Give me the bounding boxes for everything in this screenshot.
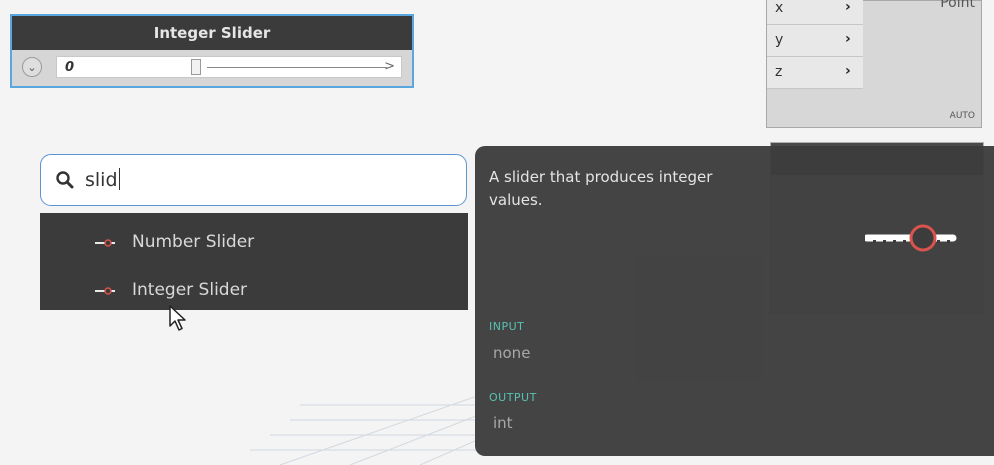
result-label: Integer Slider	[132, 280, 248, 300]
chevron-right-icon: ›	[845, 63, 851, 79]
output-value: int	[493, 414, 513, 432]
input-section-label: INPUT	[489, 320, 525, 333]
node-tooltip: A slider that produces integer values. I…	[475, 146, 994, 456]
mouse-cursor-icon	[169, 305, 186, 331]
search-box[interactable]: slid	[40, 154, 467, 206]
slider-control[interactable]: 0 >	[56, 56, 402, 78]
slider-node-body: ⌄ 0 >	[12, 50, 412, 86]
port-label: x	[775, 0, 784, 16]
slider-expand-button[interactable]: >	[384, 59, 395, 74]
search-icon	[56, 171, 74, 189]
slider-icon	[95, 239, 115, 247]
output-port-label[interactable]: Point	[940, 0, 975, 11]
port-x[interactable]: x ›	[767, 0, 863, 25]
input-value: none	[493, 344, 531, 362]
result-item-number-slider[interactable]: Number Slider	[40, 219, 468, 267]
integer-slider-node[interactable]: Integer Slider ⌄ 0 >	[10, 14, 414, 88]
port-z[interactable]: z ›	[767, 57, 863, 89]
slider-track[interactable]	[207, 67, 387, 68]
node-title: Integer Slider	[12, 16, 412, 50]
tooltip-description: A slider that produces integer values.	[489, 168, 713, 209]
slider-thumb[interactable]	[191, 59, 201, 75]
chevron-right-icon: ›	[845, 31, 851, 47]
slider-icon	[95, 287, 115, 295]
port-y[interactable]: y ›	[767, 25, 863, 57]
slider-value[interactable]: 0	[65, 60, 74, 75]
search-input[interactable]: slid	[85, 168, 120, 191]
output-section-label: OUTPUT	[489, 391, 537, 404]
result-item-integer-slider[interactable]: Integer Slider	[40, 267, 468, 315]
collapse-button[interactable]: ⌄	[22, 57, 42, 77]
integer-slider-icon	[865, 224, 957, 252]
lacing-indicator[interactable]: AUTO	[950, 111, 975, 121]
result-label: Number Slider	[132, 232, 255, 252]
search-results-list: Number Slider Integer Slider	[40, 213, 468, 310]
chevron-down-icon: ⌄	[27, 60, 37, 74]
port-label: y	[775, 32, 784, 48]
port-label: z	[775, 64, 783, 80]
point-node[interactable]: x › y › z › Point AUTO	[766, 0, 982, 128]
chevron-right-icon: ›	[845, 0, 851, 15]
